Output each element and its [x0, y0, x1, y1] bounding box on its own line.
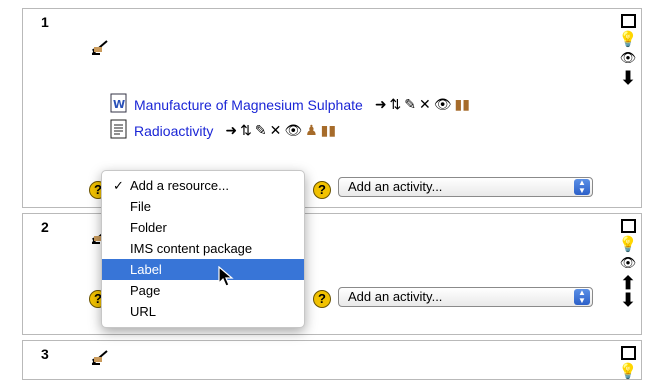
help-icon[interactable]: ? — [313, 181, 331, 199]
move-icon[interactable]: ⇅ — [240, 122, 252, 139]
eye-icon[interactable]: 👁 — [434, 96, 452, 113]
add-resource-menu[interactable]: ✓ Add a resource... File Folder IMS cont… — [101, 170, 305, 328]
course-section-3: 3 💡 — [22, 340, 642, 380]
move-icon[interactable]: ⇅ — [390, 96, 402, 113]
move-right-icon[interactable]: ➜ — [375, 96, 387, 113]
edit-icon[interactable]: ✎ — [404, 96, 416, 113]
menu-item-url[interactable]: URL — [102, 301, 304, 322]
lightbulb-icon[interactable]: 💡 — [619, 362, 638, 380]
menu-item-page[interactable]: Page — [102, 280, 304, 301]
section-number: 2 — [41, 219, 49, 235]
section-controls: 💡 👁 ⬆ ⬇ — [617, 219, 639, 311]
groups-icon[interactable]: ▮▮ — [455, 96, 470, 113]
svg-text:W: W — [113, 98, 125, 111]
resource-row-1: W Manufacture of Magnesium Sulphate ➜ ⇅ … — [110, 93, 470, 116]
select-arrows-icon: ▲ ▼ — [574, 179, 590, 195]
assign-roles-icon[interactable]: ♟ — [305, 122, 318, 139]
edit-icon[interactable]: ✎ — [255, 122, 267, 139]
page-icon — [110, 119, 128, 142]
section-controls: 💡 👁 ⬇ — [617, 14, 639, 89]
add-activity-value: Add an activity... — [348, 179, 443, 194]
delete-icon[interactable]: ✕ — [419, 96, 431, 113]
mouse-pointer-icon — [218, 266, 234, 287]
move-down-icon[interactable]: ⬇ — [620, 68, 635, 89]
section-number: 3 — [41, 346, 49, 362]
add-activity-value: Add an activity... — [348, 289, 443, 304]
lightbulb-icon[interactable]: 💡 — [619, 30, 638, 48]
resource-link-radioactivity[interactable]: Radioactivity — [134, 123, 213, 139]
edit-summary-icon[interactable] — [91, 349, 109, 370]
show-only-topic-icon[interactable] — [620, 346, 636, 360]
help-icon[interactable]: ? — [313, 290, 331, 308]
resource-actions: ➜ ⇅ ✎ ✕ 👁 ▮▮ — [375, 96, 470, 113]
eye-icon[interactable]: 👁 — [284, 122, 302, 139]
eye-icon[interactable]: 👁 — [620, 255, 637, 271]
menu-item-add-resource[interactable]: ✓ Add a resource... — [102, 175, 304, 196]
show-only-topic-icon[interactable] — [620, 219, 636, 233]
move-down-icon[interactable]: ⬇ — [620, 290, 635, 311]
menu-item-label[interactable]: Label — [102, 259, 304, 280]
edit-summary-icon[interactable] — [91, 39, 109, 60]
show-only-topic-icon[interactable] — [620, 14, 636, 28]
resource-actions: ➜ ⇅ ✎ ✕ 👁 ♟ ▮▮ — [225, 122, 336, 139]
checkmark-icon: ✓ — [113, 178, 124, 193]
resource-link-magnesium[interactable]: Manufacture of Magnesium Sulphate — [134, 97, 363, 113]
add-activity-select[interactable]: Add an activity... ▲ ▼ — [338, 287, 593, 307]
menu-item-folder[interactable]: Folder — [102, 217, 304, 238]
groups-icon[interactable]: ▮▮ — [321, 122, 336, 139]
move-right-icon[interactable]: ➜ — [225, 122, 237, 139]
section-number: 1 — [41, 14, 49, 30]
resource-row-2: Radioactivity ➜ ⇅ ✎ ✕ 👁 ♟ ▮▮ — [110, 119, 336, 142]
section-controls: 💡 — [617, 346, 639, 380]
menu-item-ims-content-package[interactable]: IMS content package — [102, 238, 304, 259]
add-activity-select[interactable]: Add an activity... ▲ ▼ — [338, 177, 593, 197]
word-document-icon: W — [110, 93, 128, 116]
select-arrows-icon: ▲ ▼ — [574, 289, 590, 305]
eye-icon[interactable]: 👁 — [620, 50, 637, 66]
menu-item-file[interactable]: File — [102, 196, 304, 217]
delete-icon[interactable]: ✕ — [270, 122, 282, 139]
lightbulb-icon[interactable]: 💡 — [619, 235, 638, 253]
